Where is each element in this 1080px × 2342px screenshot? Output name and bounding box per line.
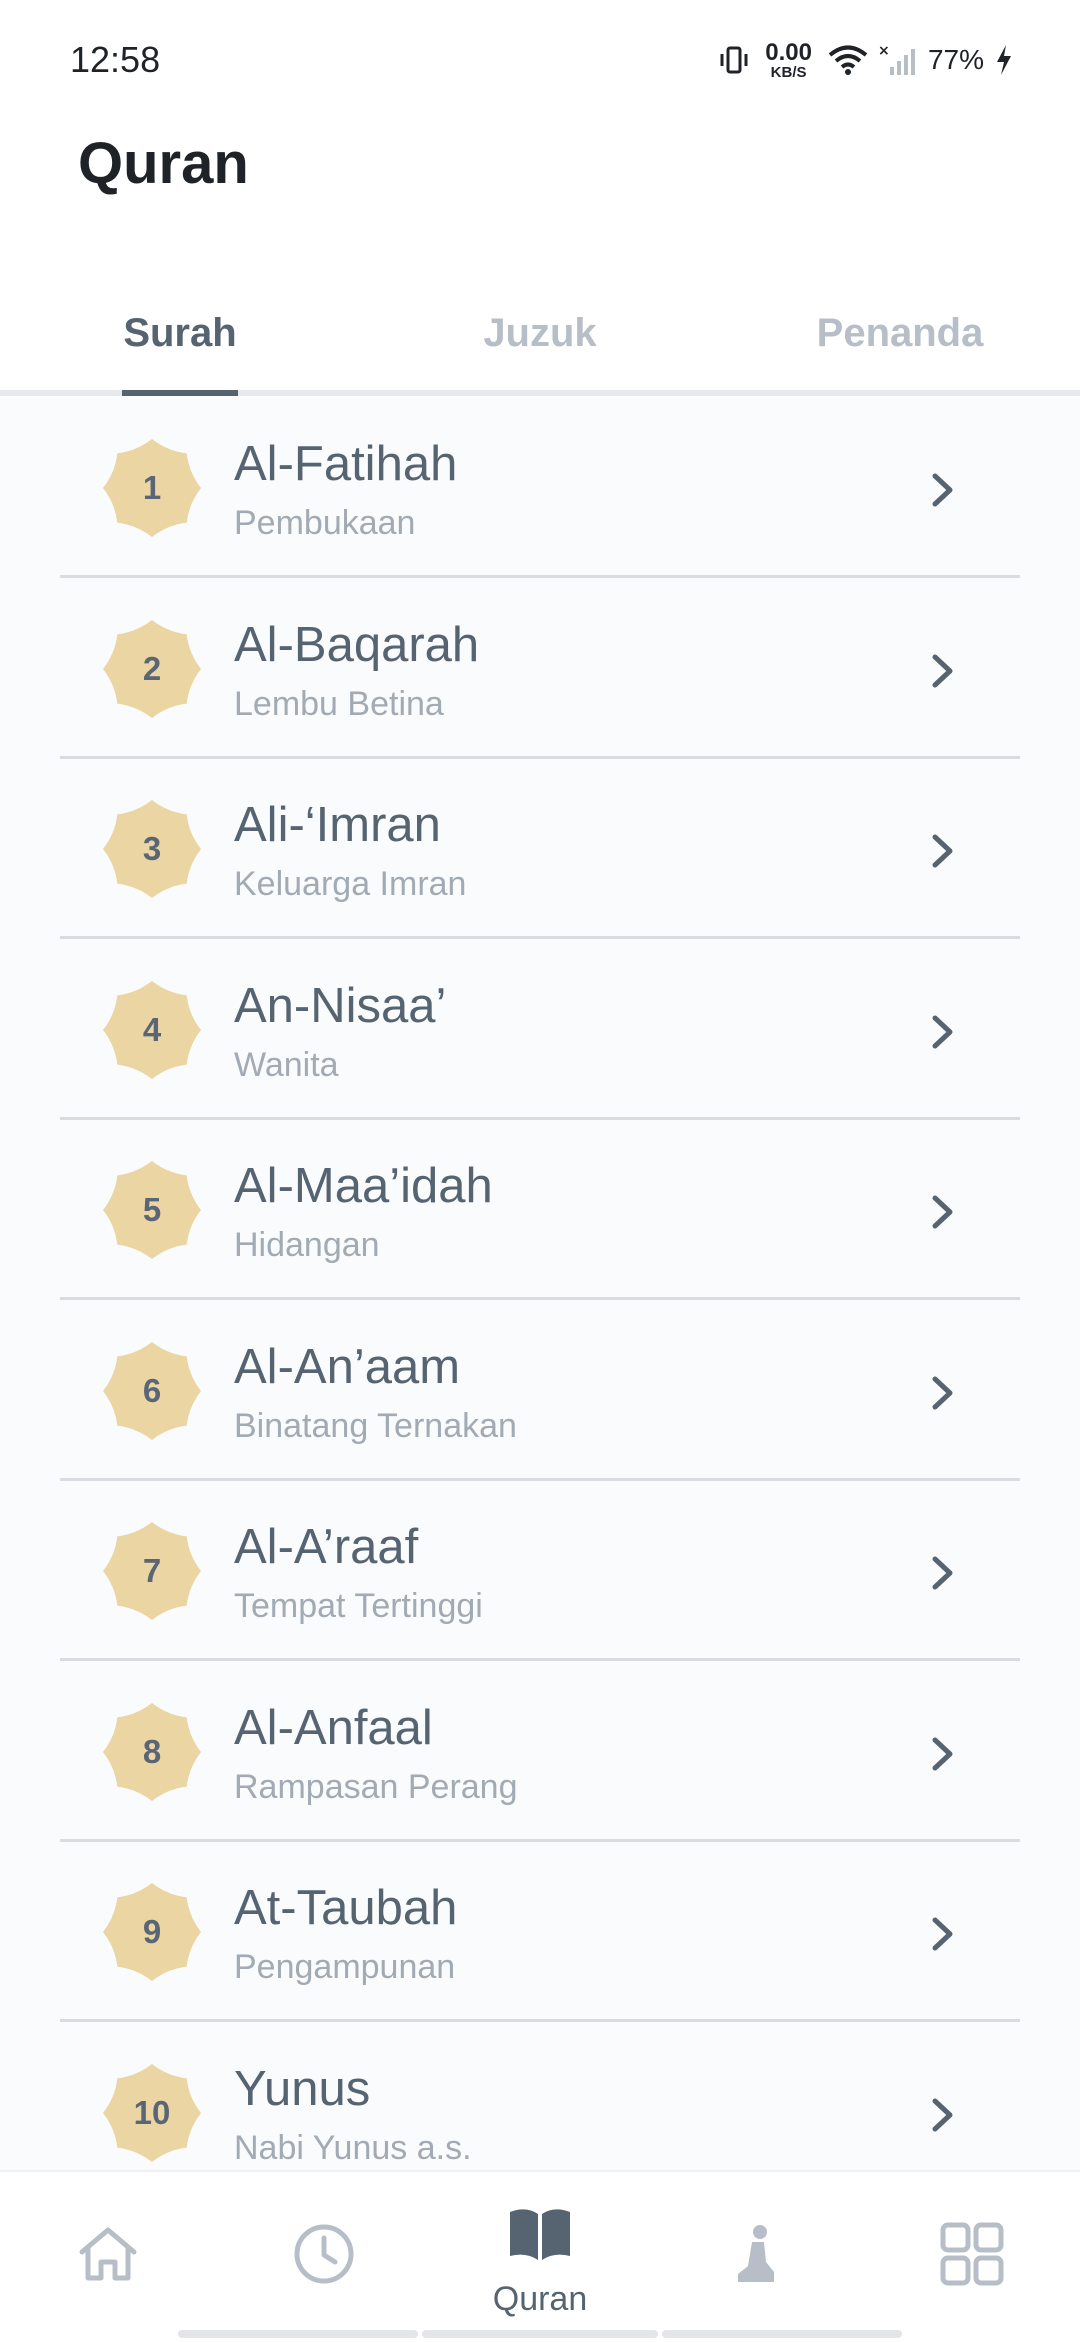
page-title: Quran [78, 131, 249, 196]
surah-number: 5 [142, 1191, 162, 1228]
surah-meaning: Keluarga Imran [234, 865, 467, 903]
surah-list[interactable]: 1 Al-Fatihah Pembukaan 2 Al-Baqarah Lemb… [0, 398, 1080, 2170]
surah-number: 1 [142, 469, 162, 506]
nav-quran-label: Quran [492, 2280, 588, 2318]
active-tab-indicator [122, 390, 238, 396]
surah-name: Yunus [234, 2061, 371, 2116]
chevron-right-icon [932, 1376, 953, 1409]
nav-home[interactable] [0, 2172, 216, 2342]
gesture-bar-right [662, 2330, 902, 2338]
chevron-right-icon [932, 1556, 953, 1590]
surah-number-badge: 5 [102, 1160, 202, 1260]
surah-number-badge: 4 [102, 980, 202, 1080]
surah-number: 9 [142, 1913, 162, 1950]
surah-row[interactable]: 3 Ali-‘Imran Keluarga Imran [60, 761, 1020, 939]
chevron-right-icon [932, 1015, 953, 1048]
chevron-right-icon [932, 473, 953, 507]
surah-meaning: Binatang Ternakan [234, 1406, 517, 1445]
tab-juzuk[interactable]: Juzuk [360, 270, 720, 396]
surah-name: An-Nisaa’ [234, 978, 447, 1033]
surah-number-badge: 8 [102, 1702, 202, 1802]
tab-surah[interactable]: Surah [0, 270, 360, 396]
surah-row[interactable]: 7 Al-A’raaf Tempat Tertinggi [60, 1483, 1020, 1661]
vibrate-icon [720, 46, 748, 74]
surah-meaning: Wanita [234, 1045, 339, 1084]
quran-book-icon [510, 2209, 570, 2260]
network-speed-value: 0.00 [765, 38, 812, 66]
surah-number: 6 [142, 1371, 162, 1409]
surah-number-badge: 3 [102, 799, 202, 899]
surah-number-badge: 2 [102, 619, 202, 719]
chevron-right-icon [932, 1917, 953, 1951]
tab-penanda-label: Penanda [816, 310, 984, 355]
bottom-nav: Quran [0, 2170, 1080, 2342]
surah-meaning: Tempat Tertinggi [234, 1587, 483, 1625]
tab-bar: Surah Juzuk Penanda [0, 270, 1080, 396]
surah-name: Al-An’aam [234, 1339, 461, 1394]
surah-row[interactable]: 1 Al-Fatihah Pembukaan [60, 400, 1020, 578]
prayer-icon [738, 2225, 774, 2282]
surah-name: Al-Baqarah [234, 617, 480, 672]
surah-meaning: Lembu Betina [234, 684, 444, 723]
surah-meaning: Nabi Yunus a.s. [234, 2128, 472, 2167]
gesture-bar-left [178, 2330, 418, 2338]
surah-meaning: Pembukaan [234, 504, 416, 542]
cellular-signal-icon: × [878, 43, 915, 75]
surah-name: Ali-‘Imran [234, 798, 441, 852]
surah-number: 4 [142, 1010, 162, 1048]
surah-number-badge: 9 [102, 1882, 202, 1982]
clock-icon [294, 2224, 354, 2284]
tab-juzuk-label: Juzuk [483, 310, 597, 355]
surah-number: 10 [133, 2093, 171, 2131]
surah-number-badge: 7 [102, 1521, 202, 1621]
surah-row[interactable]: 9 At-Taubah Pengampunan [60, 1844, 1020, 2022]
gesture-bar-center [422, 2330, 658, 2338]
chevron-right-icon [932, 654, 953, 687]
surah-meaning: Hidangan [234, 1226, 380, 1264]
charging-icon [997, 45, 1011, 75]
network-speed-unit: KB/S [770, 63, 807, 81]
surah-row[interactable]: 4 An-Nisaa’ Wanita [60, 942, 1020, 1120]
surah-row[interactable]: 10 Yunus Nabi Yunus a.s. [60, 2025, 1020, 2171]
surah-name: Al-A’raaf [234, 1520, 419, 1574]
tab-surah-label: Surah [123, 310, 237, 355]
surah-number: 8 [142, 1732, 162, 1770]
surah-number: 7 [142, 1552, 162, 1589]
nav-prayer-times[interactable] [216, 2172, 432, 2342]
surah-meaning: Rampasan Perang [234, 1767, 518, 1806]
surah-row[interactable]: 5 Al-Maa’idah Hidangan [60, 1122, 1020, 1300]
surah-row[interactable]: 8 Al-Anfaal Rampasan Perang [60, 1664, 1020, 1842]
surah-number: 2 [142, 649, 162, 687]
svg-text:×: × [878, 43, 890, 59]
grid-icon [940, 2222, 1004, 2286]
surah-meaning: Pengampunan [234, 1948, 456, 1986]
surah-name: Al-Maa’idah [234, 1159, 493, 1213]
chevron-right-icon [932, 834, 953, 868]
surah-number-badge: 6 [102, 1341, 202, 1441]
surah-number: 3 [142, 830, 162, 867]
nav-prayer-guide[interactable] [648, 2172, 864, 2342]
wifi-icon [828, 45, 868, 75]
surah-row[interactable]: 2 Al-Baqarah Lembu Betina [60, 581, 1020, 759]
surah-number-badge: 10 [102, 2063, 202, 2163]
battery-level: 77% [927, 44, 984, 75]
chevron-right-icon [932, 1195, 953, 1229]
home-icon [79, 2227, 137, 2281]
surah-number-badge: 1 [102, 438, 202, 538]
status-time: 12:58 [70, 39, 161, 80]
chevron-right-icon [932, 1737, 953, 1770]
surah-name: Al-Fatihah [234, 437, 458, 491]
chevron-right-icon [932, 2098, 953, 2131]
nav-more[interactable] [864, 2172, 1080, 2342]
status-icons: 0.00 KB/S × 77% [719, 38, 1014, 81]
tab-penanda[interactable]: Penanda [720, 270, 1080, 396]
network-speed: 0.00 KB/S [765, 38, 812, 81]
status-bar: 12:58 0.00 KB/S × 77% [0, 0, 1080, 120]
surah-name: At-Taubah [234, 1881, 458, 1935]
surah-name: Al-Anfaal [234, 1700, 433, 1755]
nav-quran[interactable]: Quran [432, 2172, 648, 2342]
surah-row[interactable]: 6 Al-An’aam Binatang Ternakan [60, 1303, 1020, 1481]
